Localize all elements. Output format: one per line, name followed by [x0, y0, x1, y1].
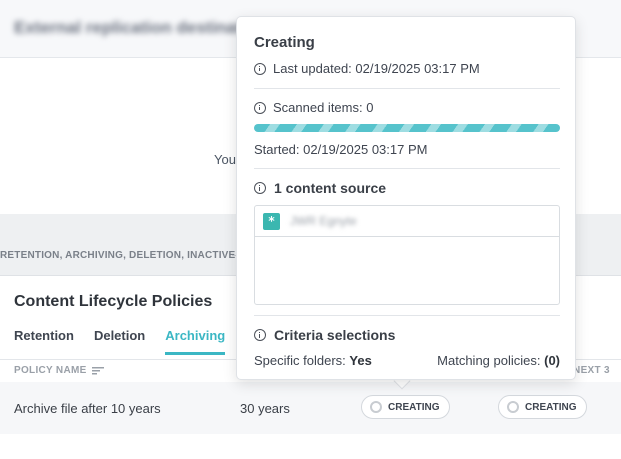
info-icon: [254, 329, 266, 341]
specific-folders: Specific folders: Yes: [254, 353, 372, 368]
status-label: CREATING: [388, 401, 440, 413]
content-source-list: * JWR Egnyte: [254, 205, 560, 305]
matching-policies-value: (0): [544, 353, 560, 368]
last-updated: Last updated: 02/19/2025 03:17 PM: [254, 61, 480, 76]
matching-policies-label: Matching policies:: [437, 353, 541, 368]
scanned-items: Scanned items: 0: [254, 100, 373, 115]
status-popover: Creating Last updated: 02/19/2025 03:17 …: [236, 16, 576, 380]
table-row[interactable]: Archive file after 10 years 30 years CRE…: [0, 382, 621, 434]
spinner-icon: [507, 401, 519, 413]
started-text: Started: 02/19/2025 03:17 PM: [254, 142, 428, 157]
last-updated-text: Last updated: 02/19/2025 03:17 PM: [273, 61, 480, 76]
info-icon: [254, 182, 266, 194]
divider: [254, 88, 560, 89]
policy-name: Archive file after 10 years: [14, 401, 161, 416]
info-icon: [254, 62, 266, 75]
policy-tabs: Retention Deletion Archiving: [14, 328, 226, 355]
sort-icon[interactable]: [91, 366, 104, 375]
source-name: JWR Egnyte: [290, 214, 357, 228]
column-header-label: POLICY NAME: [14, 365, 87, 376]
asterisk-icon: *: [263, 212, 280, 230]
content-source-heading-text: 1 content source: [274, 180, 387, 196]
column-header-policy-name[interactable]: POLICY NAME: [14, 365, 104, 376]
status-badge[interactable]: CREATING: [361, 395, 451, 419]
criteria-summary: Specific folders: Yes Matching policies:…: [254, 353, 560, 368]
list-item[interactable]: * JWR Egnyte: [255, 206, 559, 237]
empty-state-text: You: [214, 152, 236, 167]
page-title: External replication destination: [14, 18, 268, 37]
criteria-heading-text: Criteria selections: [274, 327, 396, 343]
status-label: CREATING: [525, 401, 577, 413]
divider: [254, 168, 560, 169]
divider: [254, 315, 560, 316]
info-icon: [254, 101, 266, 114]
status-badge-secondary[interactable]: CREATING: [498, 395, 588, 419]
policy-duration: 30 years: [240, 401, 290, 416]
content-source-heading: 1 content source: [254, 180, 386, 196]
popover-title: Creating: [254, 34, 315, 51]
specific-folders-label: Specific folders:: [254, 353, 346, 368]
breadcrumb: RETENTION, ARCHIVING, DELETION, INACTIVE: [0, 250, 236, 261]
tab-deletion[interactable]: Deletion: [94, 328, 145, 355]
tab-retention[interactable]: Retention: [14, 328, 74, 355]
scanned-items-text: Scanned items: 0: [273, 100, 374, 115]
criteria-heading: Criteria selections: [254, 327, 395, 343]
spinner-icon: [370, 401, 382, 413]
tab-archiving[interactable]: Archiving: [165, 328, 226, 355]
scan-progress-bar: [254, 124, 560, 132]
matching-policies: Matching policies: (0): [437, 353, 560, 368]
specific-folders-value: Yes: [349, 353, 372, 368]
section-title: Content Lifecycle Policies: [14, 293, 213, 310]
